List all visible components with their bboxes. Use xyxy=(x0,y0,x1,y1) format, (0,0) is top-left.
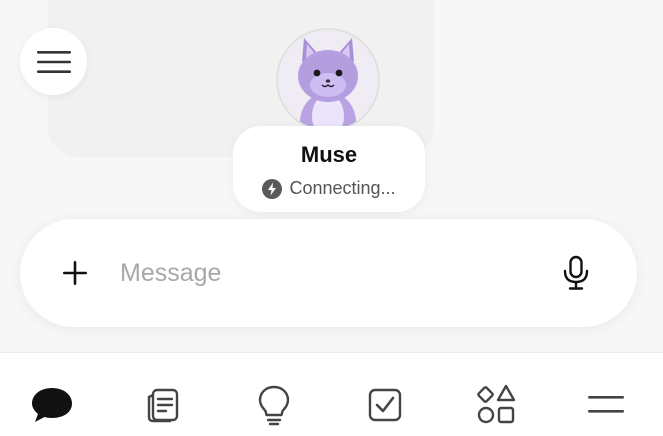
menu-button[interactable] xyxy=(20,28,87,95)
bottom-tab-bar xyxy=(0,353,663,436)
add-attachment-button[interactable] xyxy=(60,258,90,288)
notes-icon xyxy=(147,388,179,423)
assistant-name: Muse xyxy=(300,142,358,167)
menu-icon xyxy=(588,396,624,413)
status-text: Connecting... xyxy=(289,178,396,198)
microphone-icon xyxy=(563,255,589,290)
tab-more[interactable] xyxy=(584,383,628,427)
avatar[interactable] xyxy=(276,28,380,132)
message-composer[interactable] xyxy=(20,219,637,327)
message-input[interactable]: Message xyxy=(120,259,221,288)
assistant-card: Muse Connecting... xyxy=(233,126,425,212)
lightning-bolt-icon xyxy=(262,178,283,199)
tab-notes[interactable] xyxy=(141,383,185,427)
cat-avatar-image xyxy=(278,30,378,130)
tab-chat[interactable] xyxy=(30,383,74,427)
shapes-icon xyxy=(477,384,516,424)
hamburger-icon xyxy=(36,50,71,73)
plus-icon xyxy=(63,261,87,285)
checkbox-icon xyxy=(368,388,402,422)
chat-bubble-icon xyxy=(32,388,72,422)
tab-apps[interactable] xyxy=(474,383,518,427)
connection-status: Connecting... xyxy=(233,178,425,199)
voice-input-button[interactable] xyxy=(561,255,591,291)
tab-tasks[interactable] xyxy=(363,383,407,427)
lightbulb-icon xyxy=(258,385,290,426)
tab-ideas[interactable] xyxy=(252,383,296,427)
